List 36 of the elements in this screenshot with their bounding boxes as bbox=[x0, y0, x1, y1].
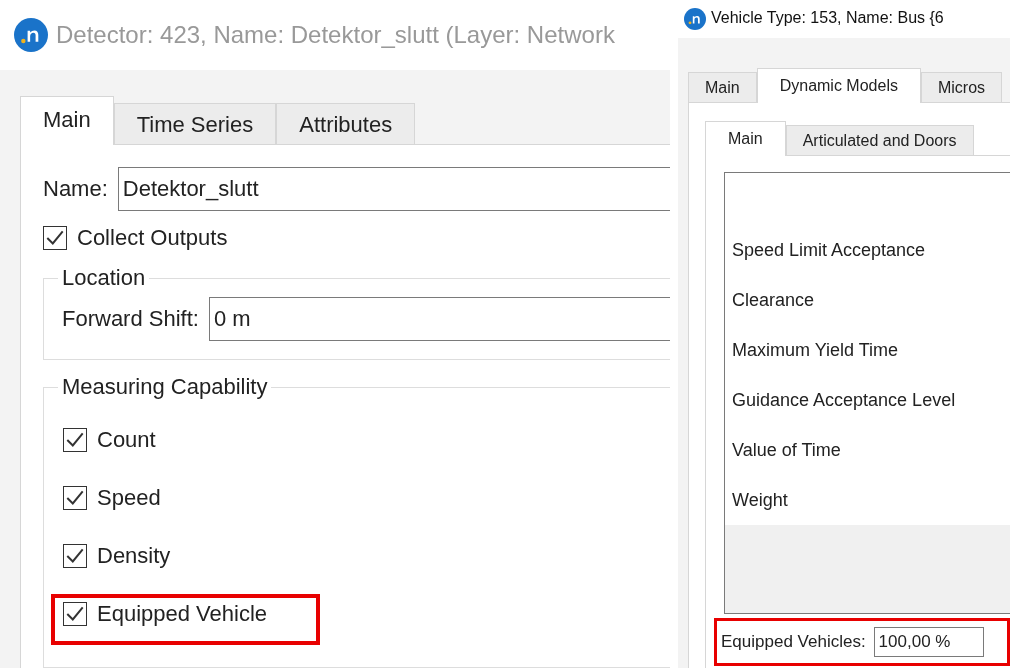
equipped-vehicles-field[interactable]: 100,00 % bbox=[873, 627, 984, 657]
checkbox-label: Speed bbox=[97, 485, 161, 511]
checkbox-label: Equipped Vehicle bbox=[97, 601, 268, 627]
field-label: Forward Shift: bbox=[62, 306, 199, 332]
group-title: Measuring Capability bbox=[61, 374, 269, 400]
window-title: Detector: 423, Name: Detektor_slutt (Layer: Network bbox=[56, 21, 615, 49]
checkbox[interactable] bbox=[63, 602, 87, 626]
tab[interactable]: Articulated and Doors bbox=[785, 125, 974, 155]
tab[interactable]: Main bbox=[688, 72, 757, 102]
field-label: Name: bbox=[43, 176, 108, 202]
checkbox-label: Count bbox=[97, 427, 156, 453]
forward-shift-field[interactable]: 0 m bbox=[208, 297, 670, 341]
tab[interactable]: Attributes bbox=[276, 103, 416, 144]
list-item[interactable]: Weight bbox=[725, 475, 1010, 525]
window-title: Vehicle Type: 153, Name: Bus {6 bbox=[711, 9, 944, 27]
field-label: Equipped Vehicles: bbox=[721, 632, 866, 652]
list-item[interactable]: Value of Time bbox=[725, 425, 1010, 475]
checkbox[interactable] bbox=[63, 544, 87, 568]
app-logo-icon bbox=[684, 8, 706, 30]
list-item[interactable]: Maximum Yield Time bbox=[725, 325, 1010, 375]
tab[interactable]: Main bbox=[705, 121, 786, 156]
name-field[interactable]: Detektor_slutt bbox=[117, 167, 670, 211]
checkbox-label: Collect Outputs bbox=[77, 225, 228, 251]
checkbox[interactable] bbox=[63, 486, 87, 510]
tab[interactable]: Main bbox=[20, 96, 114, 145]
app-logo-icon bbox=[14, 18, 48, 52]
checkbox[interactable] bbox=[63, 428, 87, 452]
tab[interactable]: Micros bbox=[920, 72, 1003, 102]
group-title: Location bbox=[61, 265, 147, 291]
checkbox-label: Density bbox=[97, 543, 171, 569]
list-item[interactable]: Guidance Acceptance Level bbox=[725, 375, 1010, 425]
list-item[interactable]: Speed Limit Acceptance bbox=[725, 225, 1010, 275]
checkbox[interactable] bbox=[43, 226, 67, 250]
tab[interactable]: Dynamic Models bbox=[756, 68, 921, 103]
list-item[interactable]: Clearance bbox=[725, 275, 1010, 325]
tab[interactable]: Time Series bbox=[113, 103, 277, 144]
